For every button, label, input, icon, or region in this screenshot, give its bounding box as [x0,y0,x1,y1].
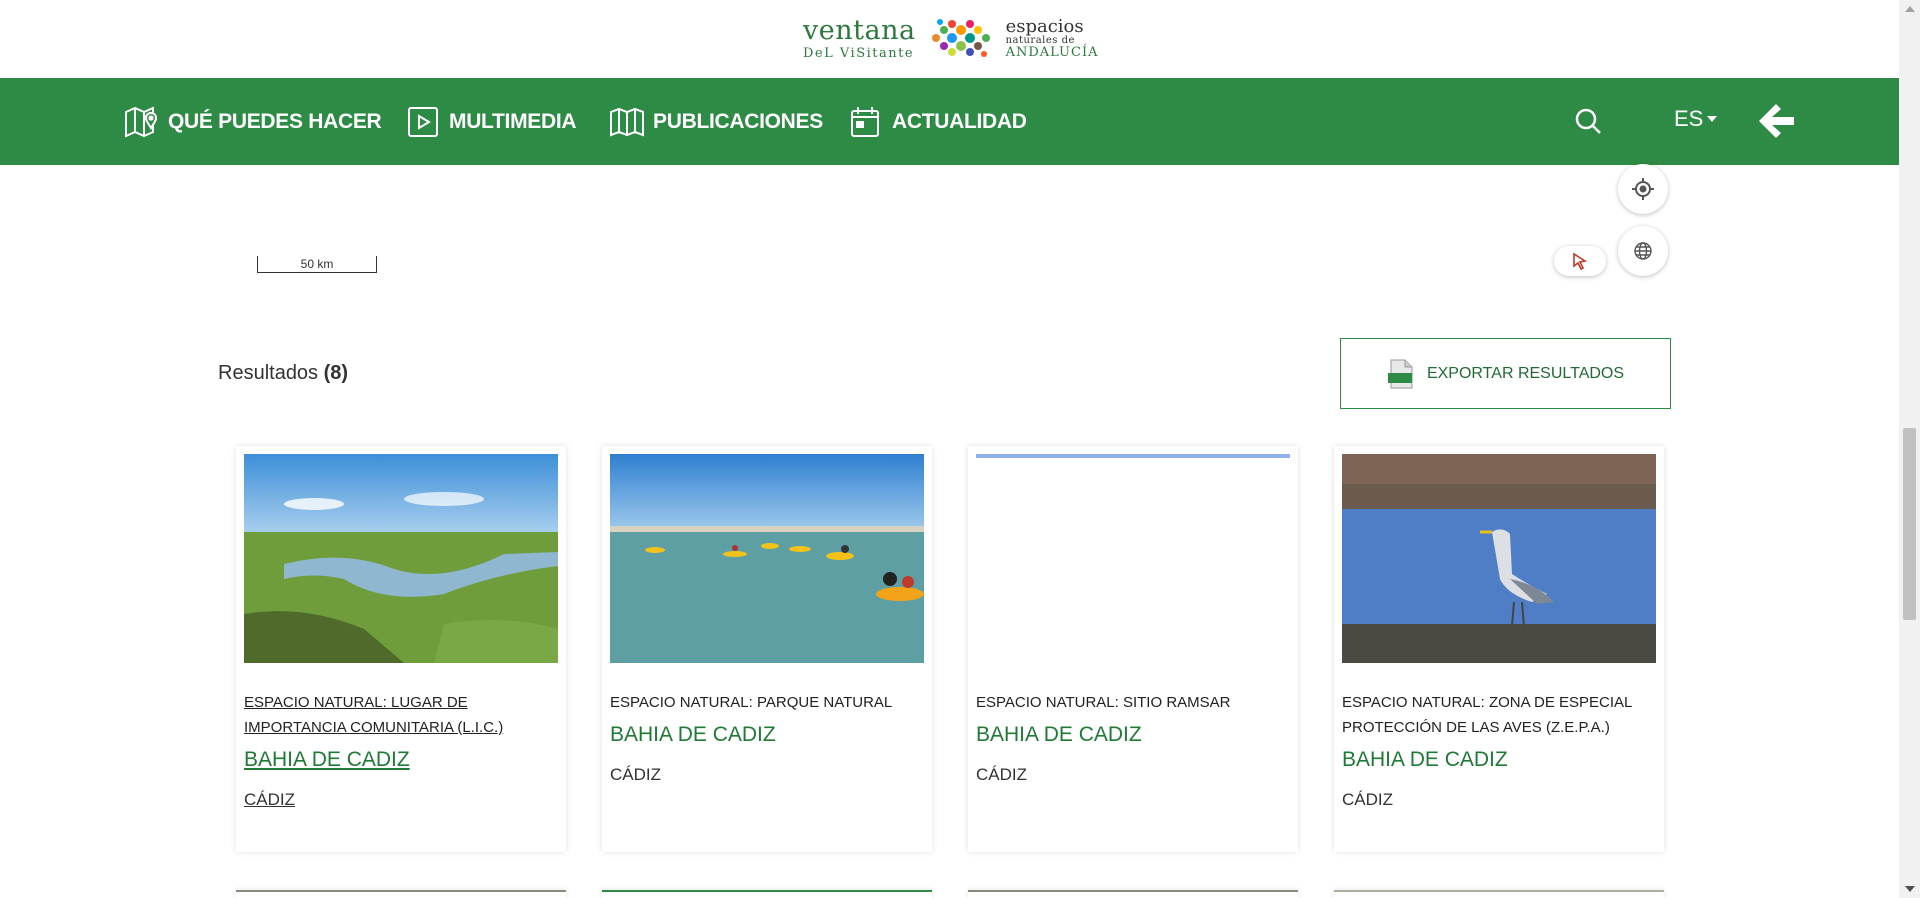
card-type[interactable]: ESPACIO NATURAL: SITIO RAMSAR [976,690,1290,715]
nav-label: ACTUALIDAD [892,109,1027,133]
language-selector[interactable]: ES [1674,106,1718,132]
export-results-button[interactable]: EXPORTAR RESULTADOS [1340,338,1671,409]
book-icon [610,107,644,136]
logo-visitante: DeL ViSitante [803,45,915,61]
result-card[interactable]: ESPACIO NATURAL: PARQUE NATURAL BAHIA DE… [602,446,932,852]
scroll-down-icon[interactable] [1904,884,1916,894]
csv-file-icon [1387,359,1413,388]
result-card[interactable] [1334,890,1664,898]
card-location[interactable]: CÁDIZ [1342,790,1393,810]
card-title[interactable]: BAHIA DE CADIZ [610,723,776,747]
card-location[interactable]: CÁDIZ [244,790,295,810]
map-pin-icon [125,105,158,138]
nav-publicaciones[interactable]: PUBLICACIONES [609,78,823,165]
scroll-up-icon[interactable] [1904,4,1916,14]
crosshair-icon [1632,178,1654,200]
nav-label: PUBLICACIONES [653,109,823,133]
nav-label: MULTIMEDIA [449,109,577,133]
results-count: Resultados (8) [218,362,348,385]
calendar-icon [851,106,879,137]
marsh-landscape-image [244,454,558,663]
nav-multimedia[interactable]: MULTIMEDIA [405,78,577,165]
cursor-icon [1573,252,1588,270]
nav-que-puedes-hacer[interactable]: QUÉ PUEDES HACER [124,78,382,165]
card-title[interactable]: BAHIA DE CADIZ [1342,748,1508,772]
search-icon[interactable] [1569,102,1609,142]
globe-icon [1634,242,1652,260]
logo-naturales: naturales de [1005,34,1075,46]
card-location[interactable]: CÁDIZ [976,765,1027,785]
logo-ventana: ventana [803,14,916,46]
play-icon [408,106,438,137]
result-card[interactable]: ESPACIO NATURAL: ZONA DE ESPECIAL PROTEC… [1334,446,1664,852]
results-label: Resultados [218,362,319,384]
geolocate-button[interactable] [1618,164,1668,214]
card-type[interactable]: ESPACIO NATURAL: ZONA DE ESPECIAL PROTEC… [1342,690,1656,740]
site-logo[interactable]: ventana DeL ViSitante espacios naturales… [803,10,1099,66]
result-card[interactable] [236,890,566,898]
map-scale: 50 km [257,256,377,273]
logo-dots-icon [931,19,990,57]
result-card[interactable] [968,890,1298,898]
card-image[interactable] [610,454,924,663]
card-title[interactable]: BAHIA DE CADIZ [244,748,410,772]
nav-actualidad[interactable]: ACTUALIDAD [848,78,1027,165]
card-type[interactable]: ESPACIO NATURAL: PARQUE NATURAL [610,690,924,715]
logo-bar: ventana DeL ViSitante espacios naturales… [0,0,1899,78]
heron-image [1342,454,1656,663]
kayaks-bay-image [610,454,924,663]
card-image[interactable] [976,454,1290,663]
loading-image-placeholder [976,454,1290,663]
language-label: ES [1674,106,1704,131]
result-card[interactable] [602,890,932,898]
arrow-left-icon[interactable] [1756,100,1798,142]
card-image[interactable] [1342,454,1656,663]
card-location[interactable]: CÁDIZ [610,765,661,785]
card-title[interactable]: BAHIA DE CADIZ [976,723,1142,747]
caret-down-icon [1707,116,1718,122]
results-number: (8) [323,362,349,384]
result-card[interactable]: ESPACIO NATURAL: LUGAR DE IMPORTANCIA CO… [236,446,566,852]
logo-espacios-text: espacios naturales de ANDALUCÍA [1005,15,1099,60]
main-navbar: QUÉ PUEDES HACER MULTIMEDIA PUBLICACIONE… [0,78,1899,165]
logo-andalucia: ANDALUCÍA [1005,44,1099,60]
card-image[interactable] [244,454,558,663]
scrollbar-thumb[interactable] [1903,428,1916,620]
export-label: EXPORTAR RESULTADOS [1426,364,1625,382]
select-tool-button[interactable] [1554,246,1606,276]
card-type[interactable]: ESPACIO NATURAL: LUGAR DE IMPORTANCIA CO… [244,690,558,740]
logo-ventana-text: ventana DeL ViSitante [803,17,916,60]
result-card[interactable]: ESPACIO NATURAL: SITIO RAMSAR BAHIA DE C… [968,446,1298,852]
logo-espacios: espacios [1005,15,1084,37]
nav-label: QUÉ PUEDES HACER [168,109,382,133]
layers-button[interactable] [1618,226,1668,276]
